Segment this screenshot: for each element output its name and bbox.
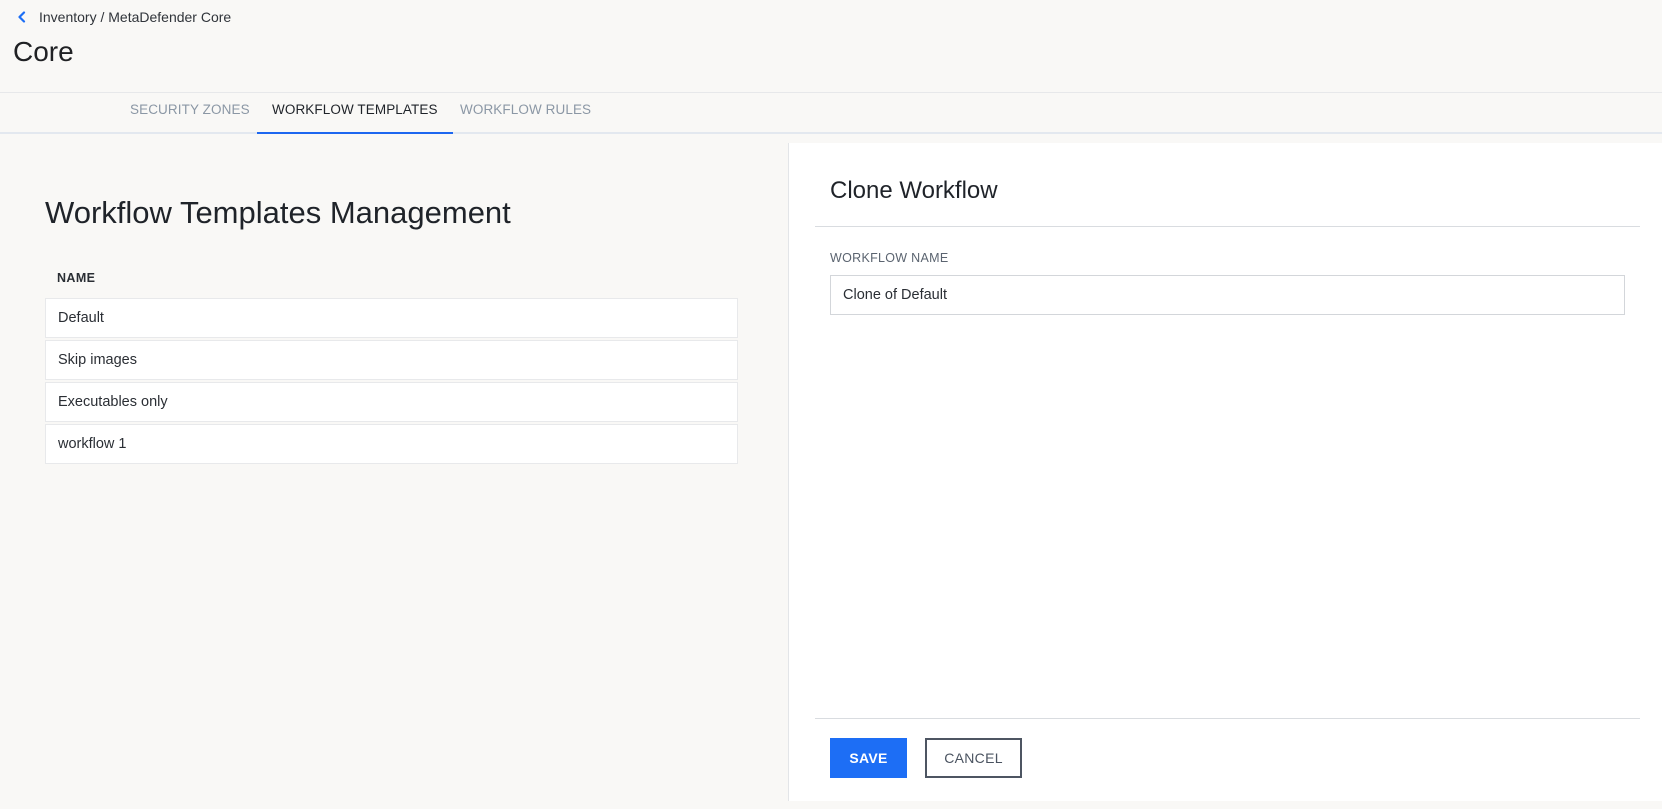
page-header: Inventory / MetaDefender Core Core: [0, 0, 1662, 93]
workflow-list: Default Skip images Executables only wor…: [45, 298, 738, 466]
cancel-button[interactable]: CANCEL: [925, 738, 1022, 778]
clone-workflow-title: Clone Workflow: [830, 177, 998, 204]
workflow-name-input[interactable]: [830, 275, 1625, 315]
breadcrumb: Inventory / MetaDefender Core: [12, 7, 231, 27]
chevron-left-icon[interactable]: [12, 7, 32, 27]
list-item[interactable]: Executables only: [45, 382, 738, 422]
workflow-name-label: WORKFLOW NAME: [830, 251, 949, 265]
page-title: Core: [13, 36, 74, 67]
clone-workflow-panel: Clone Workflow WORKFLOW NAME SAVE CANCEL: [788, 143, 1662, 801]
tab-workflow-rules[interactable]: WORKFLOW RULES: [445, 92, 606, 132]
divider: [815, 718, 1640, 719]
save-button[interactable]: SAVE: [830, 738, 907, 778]
divider: [815, 226, 1640, 227]
column-header-name[interactable]: NAME: [57, 271, 95, 285]
list-item[interactable]: Default: [45, 298, 738, 338]
breadcrumb-text[interactable]: Inventory / MetaDefender Core: [39, 9, 231, 25]
tab-workflow-templates[interactable]: WORKFLOW TEMPLATES: [257, 92, 453, 134]
workflow-templates-panel: Workflow Templates Management NAME Defau…: [0, 143, 788, 809]
section-title: Workflow Templates Management: [45, 195, 511, 230]
list-item[interactable]: Skip images: [45, 340, 738, 380]
list-item[interactable]: workflow 1: [45, 424, 738, 464]
tab-bar: SECURITY ZONES WORKFLOW TEMPLATES WORKFL…: [0, 92, 1662, 134]
tab-security-zones[interactable]: SECURITY ZONES: [115, 92, 265, 132]
